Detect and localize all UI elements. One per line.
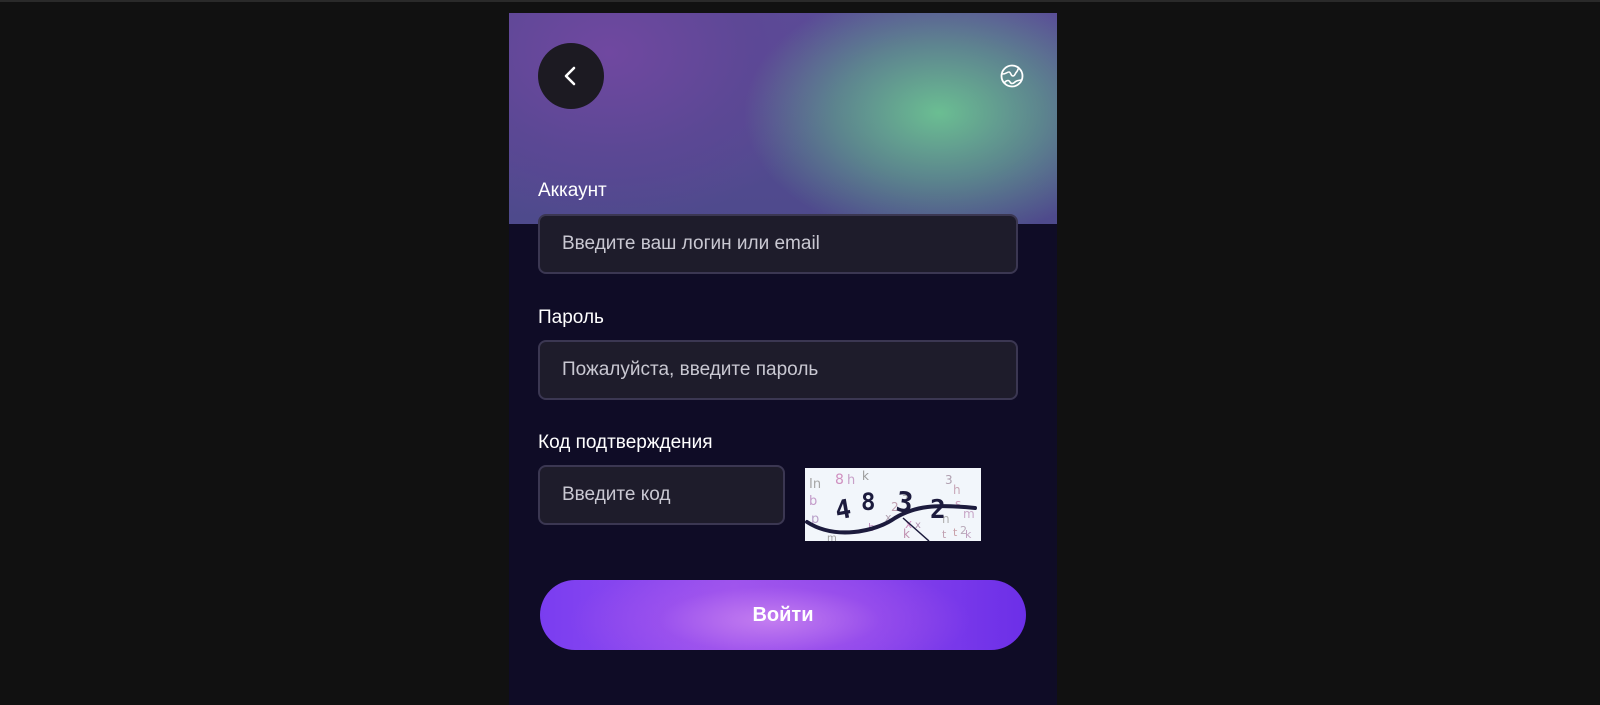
svg-text:k: k [862, 469, 869, 483]
back-button[interactable] [538, 43, 604, 109]
captcha-image[interactable]: In 8 h k b p 2 7 3 h s m n t t 2 k x x k [805, 468, 981, 544]
svg-text:t: t [953, 526, 958, 539]
svg-text:h: h [953, 483, 961, 497]
login-panel: Аккаунт Пароль Код подтверждения In 8 h … [509, 13, 1057, 705]
password-input[interactable] [540, 342, 1016, 398]
svg-text:b: b [809, 494, 817, 509]
svg-text:t: t [942, 528, 947, 541]
window-top-border [0, 0, 1600, 2]
captcha-input[interactable] [540, 467, 783, 523]
svg-text:8: 8 [861, 488, 875, 516]
captcha-graphic: In 8 h k b p 2 7 3 h s m n t t 2 k x x k [805, 468, 981, 544]
account-input[interactable] [540, 216, 1016, 272]
svg-text:k: k [903, 527, 910, 541]
password-label: Пароль [538, 307, 604, 328]
account-field [538, 214, 1018, 274]
login-button[interactable]: Войти [540, 580, 1026, 650]
chevron-left-icon [564, 66, 576, 86]
svg-text:In: In [809, 477, 821, 492]
svg-text:2: 2 [930, 495, 946, 525]
svg-text:m: m [827, 533, 837, 541]
captcha-label: Код подтверждения [538, 432, 713, 453]
svg-text:s: s [955, 497, 961, 511]
svg-text:h: h [847, 473, 855, 488]
svg-text:k: k [965, 528, 972, 541]
language-button[interactable] [999, 63, 1025, 89]
svg-text:3: 3 [945, 473, 953, 487]
captcha-field [538, 465, 785, 525]
globe-icon [1000, 64, 1024, 88]
svg-text:8: 8 [835, 472, 844, 488]
password-field [538, 340, 1018, 400]
account-label: Аккаунт [538, 180, 607, 201]
